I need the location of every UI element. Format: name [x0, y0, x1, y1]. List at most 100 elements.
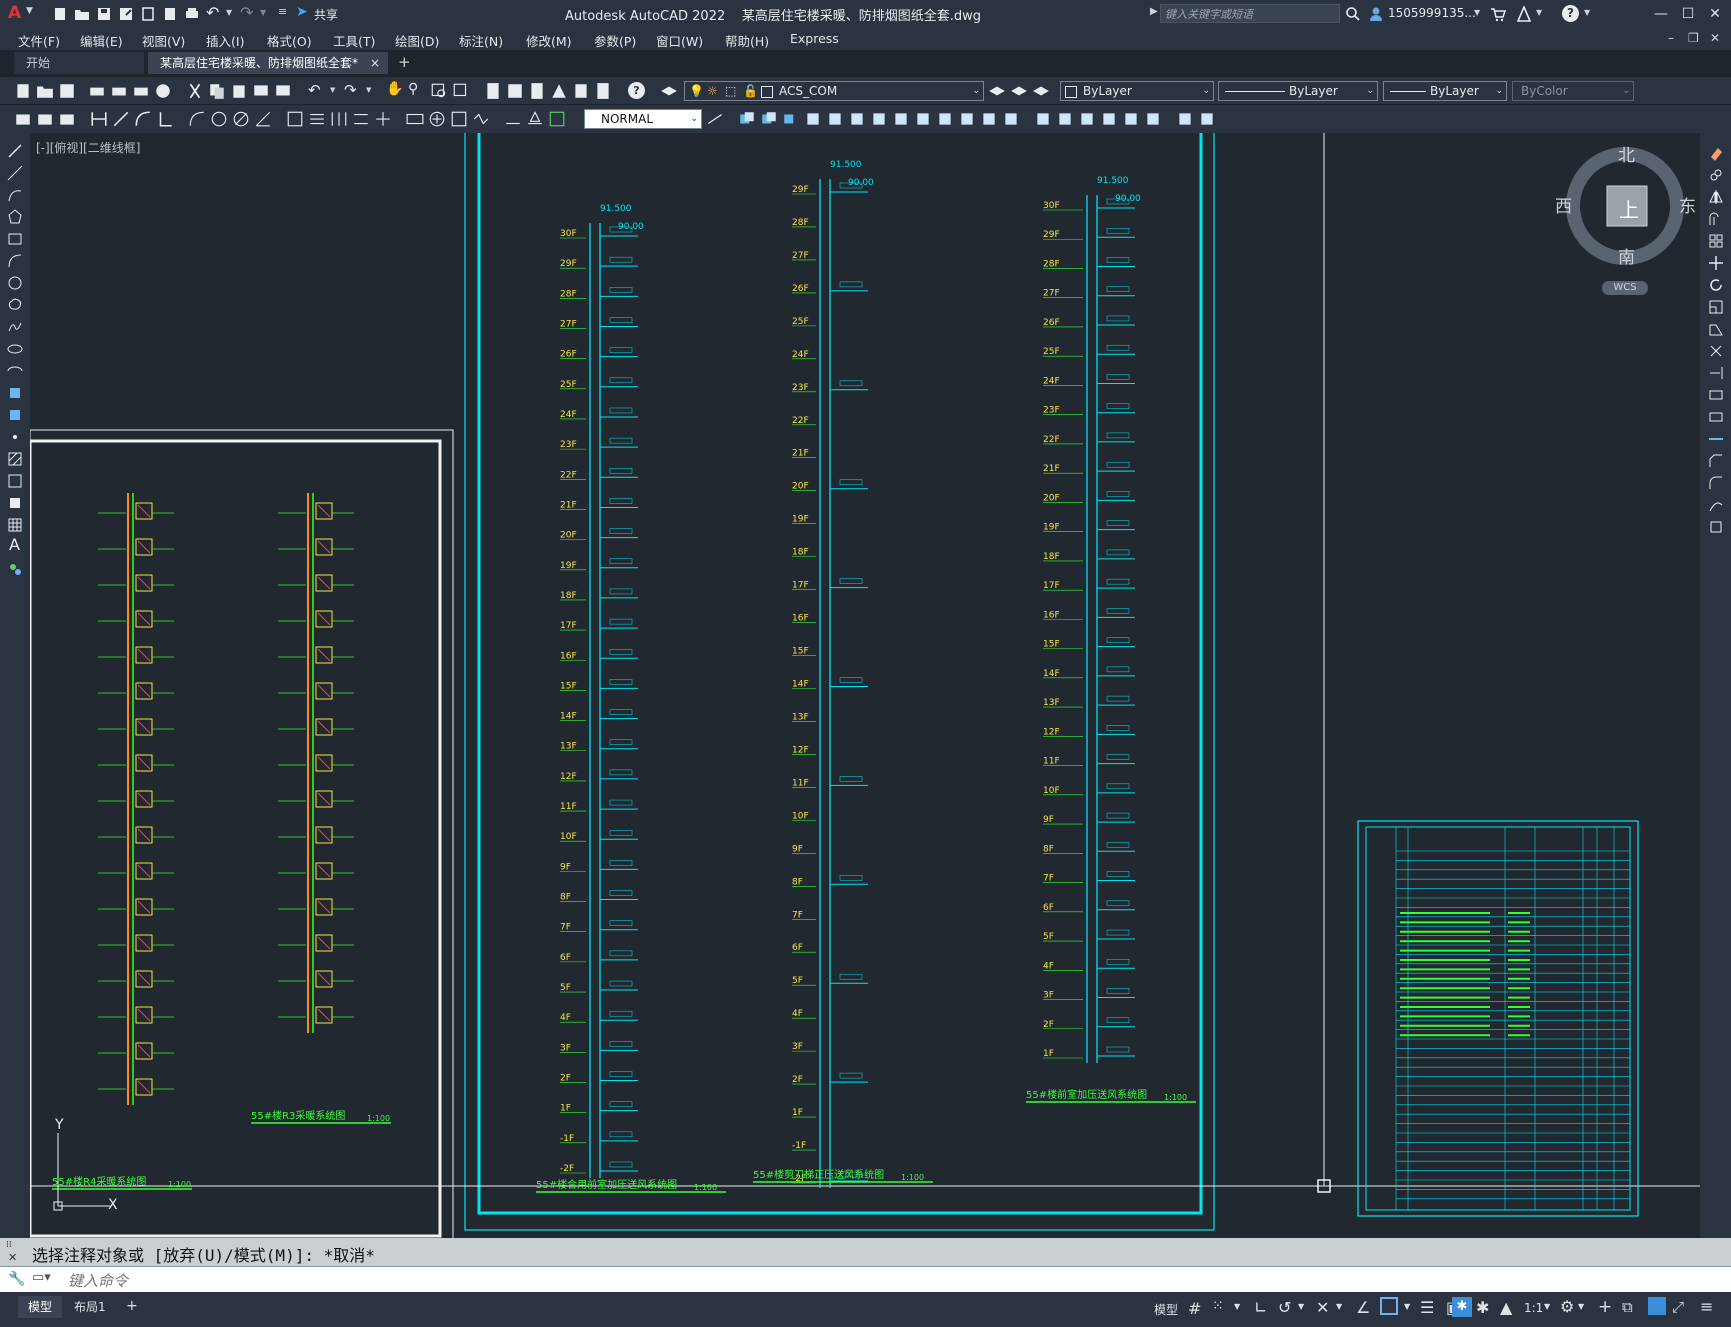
user-icon[interactable] [1368, 6, 1384, 22]
hatch-tool-icon[interactable] [7, 451, 23, 467]
help-dropdown-icon[interactable]: ▼ [1584, 8, 1590, 17]
viewcube[interactable]: 北 南 西 东 上 WCS [1555, 141, 1696, 301]
calculator-icon[interactable] [594, 82, 612, 100]
recent-commands-icon[interactable]: ▭▾ [32, 1270, 51, 1285]
autocad-logo-icon[interactable]: A [8, 3, 21, 23]
wcs-menu-button[interactable]: WCS [1602, 281, 1648, 295]
trim-tool-icon[interactable] [1708, 343, 1724, 359]
model-space-button[interactable]: 模型 [1154, 1301, 1178, 1318]
block-editor-icon[interactable] [274, 82, 292, 100]
tool-palettes-icon[interactable] [528, 82, 546, 100]
markup-icon[interactable] [572, 82, 590, 100]
new-file-icon[interactable] [52, 6, 68, 22]
menu-file[interactable]: 文件(F) [18, 31, 60, 50]
radius-dimension-icon[interactable] [188, 110, 206, 128]
dim-edit-icon[interactable] [36, 110, 54, 128]
snap-dropdown-icon[interactable]: ▼ [1234, 1302, 1240, 1311]
angular-dimension-icon[interactable] [254, 110, 272, 128]
menu-dimension[interactable]: 标注(N) [459, 31, 503, 50]
color-dropdown[interactable]: ByLayer ⌄ [1060, 81, 1214, 101]
properties-icon[interactable] [484, 82, 502, 100]
ellipse-arc-tool-icon[interactable] [7, 363, 23, 379]
join-tool-icon[interactable] [1708, 431, 1724, 447]
dimension-space-icon[interactable] [352, 110, 370, 128]
open-file-icon[interactable] [74, 6, 90, 22]
plot-icon[interactable] [184, 6, 200, 22]
rotate-faces-icon[interactable] [892, 110, 910, 128]
maximize-window-button[interactable]: ☐ [1677, 4, 1699, 24]
lineweight-toggle-icon[interactable]: ☰ [1420, 1298, 1434, 1317]
lineweight-dropdown-arrow-icon[interactable]: ⌄ [1495, 82, 1503, 100]
stretch-tool-icon[interactable] [1708, 321, 1724, 337]
dimension-style-icon[interactable] [706, 110, 724, 128]
workspace-dropdown-icon[interactable]: ▼ [1578, 1302, 1584, 1311]
command-input[interactable] [66, 1270, 1670, 1292]
clean-icon[interactable] [1056, 110, 1074, 128]
delete-faces-icon[interactable] [870, 110, 888, 128]
redo-dropdown-icon[interactable]: ▼ [260, 8, 266, 17]
section-icon[interactable] [1198, 110, 1216, 128]
color-edges-icon[interactable] [1002, 110, 1020, 128]
break-at-point-icon[interactable] [1708, 387, 1724, 403]
region-tool-icon[interactable] [7, 495, 23, 511]
user-name[interactable]: 1505999135... [1388, 6, 1476, 20]
continue-dimension-icon[interactable] [330, 110, 348, 128]
tab-start[interactable]: 开始 [14, 52, 144, 74]
color-dropdown-arrow-icon[interactable]: ⌄ [1202, 82, 1210, 100]
minimize-window-button[interactable]: — [1650, 4, 1672, 24]
shell-icon[interactable] [1100, 110, 1118, 128]
undo-dropdown-icon[interactable]: ▼ [226, 8, 232, 17]
construction-line-icon[interactable] [7, 165, 23, 181]
qnew-icon[interactable] [14, 82, 32, 100]
compass-south[interactable]: 南 [1618, 243, 1635, 268]
jogged-dimension-icon[interactable] [210, 110, 228, 128]
compass-north[interactable]: 北 [1618, 141, 1635, 166]
save-as-icon[interactable] [118, 6, 134, 22]
extend-tool-icon[interactable] [1708, 365, 1724, 381]
add-layout-button[interactable]: + [126, 1298, 138, 1314]
search-icon[interactable] [1345, 6, 1361, 22]
quick-dim-icon[interactable] [286, 110, 304, 128]
search-expand-icon[interactable]: ▶ [1150, 6, 1158, 17]
plot-preview-icon[interactable] [110, 82, 128, 100]
paste-icon[interactable] [230, 82, 248, 100]
clean-screen-icon[interactable]: ⤢ [1672, 1298, 1684, 1316]
dimension-edit-icon[interactable] [504, 110, 522, 128]
break-tool-icon[interactable] [1708, 409, 1724, 425]
drawing-canvas[interactable]: [-][俯视][二维线框] 55#楼R4采暖系统图 1:100 55#楼R3采暖系… [30, 133, 1700, 1238]
share-button[interactable]: 共享 [314, 6, 338, 23]
spline-tool-icon[interactable] [7, 319, 23, 335]
autodesk-app-icon[interactable] [1516, 6, 1532, 22]
tolerance-icon[interactable] [406, 110, 424, 128]
union-icon[interactable] [738, 110, 756, 128]
sheet-set-icon[interactable] [550, 82, 568, 100]
separate-icon[interactable] [1078, 110, 1096, 128]
cart-icon[interactable] [1490, 6, 1506, 22]
move-faces-icon[interactable] [826, 110, 844, 128]
annotation-visibility-icon[interactable]: ✱ [1452, 1297, 1472, 1317]
linetype-dropdown[interactable]: ByLayer ⌄ [1218, 81, 1378, 101]
ortho-icon[interactable]: ∟ [1254, 1298, 1267, 1317]
center-mark-icon[interactable] [428, 110, 446, 128]
plotstyle-dropdown[interactable]: ByColor ⌄ [1512, 81, 1634, 101]
color-faces-icon[interactable] [958, 110, 976, 128]
imprint-icon[interactable] [1034, 110, 1052, 128]
customize-qat-icon[interactable]: ≡ [278, 5, 287, 18]
compass-west[interactable]: 西 [1555, 192, 1572, 217]
zoom-window-icon[interactable] [430, 82, 448, 100]
units-icon[interactable]: ⧉ [1622, 1298, 1633, 1316]
pan-icon[interactable]: ✋ [386, 81, 403, 97]
menu-insert[interactable]: 插入(I) [206, 31, 244, 50]
print-icon[interactable] [88, 82, 106, 100]
toolbar-help-icon[interactable]: ? [628, 82, 645, 99]
doc-minimize-button[interactable]: – [1668, 31, 1674, 45]
doc-restore-button[interactable]: ❐ [1688, 31, 1699, 45]
copy-icon[interactable] [208, 82, 226, 100]
revcloud-tool-icon[interactable] [7, 297, 23, 313]
layer-on-icon[interactable]: 💡 [689, 82, 704, 100]
polar-dropdown-icon[interactable]: ▼ [1298, 1302, 1304, 1311]
menu-edit[interactable]: 编辑(E) [80, 31, 123, 50]
dim-tedit-icon[interactable] [58, 110, 76, 128]
ellipse-tool-icon[interactable] [7, 341, 23, 357]
match-properties-icon[interactable] [252, 82, 270, 100]
